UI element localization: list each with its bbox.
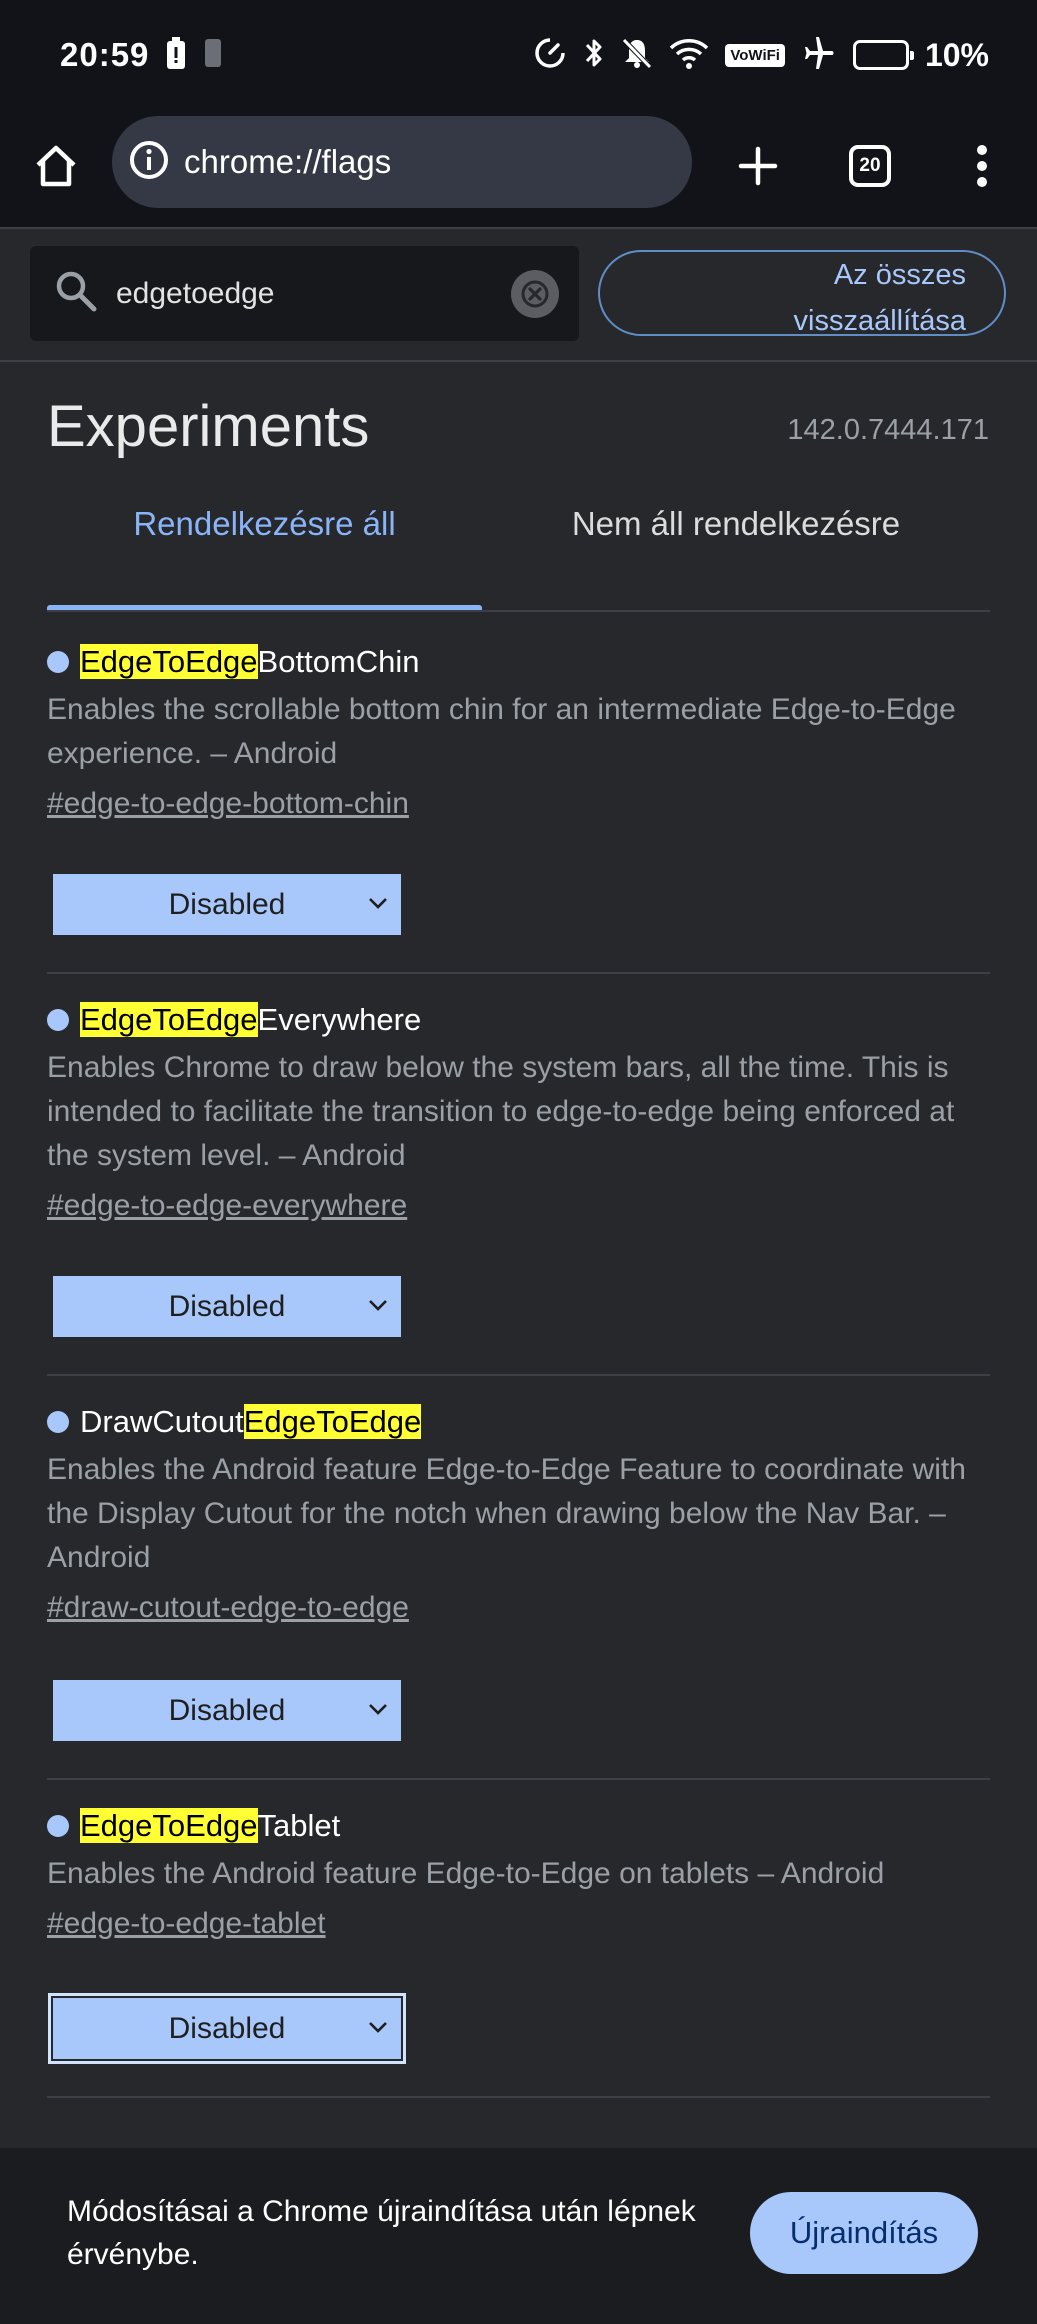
toolbar-divider bbox=[0, 227, 1037, 229]
experiment-bullet bbox=[47, 1009, 69, 1031]
reset-all-button[interactable]: Az összes visszaállítása bbox=[598, 250, 1006, 337]
chevron-down-icon bbox=[365, 1696, 391, 1730]
more-menu-icon[interactable] bbox=[952, 136, 1012, 196]
page-title: Experiments bbox=[47, 394, 370, 459]
chevron-down-icon bbox=[365, 2014, 391, 2048]
address-bar[interactable]: chrome://flags bbox=[112, 116, 692, 208]
search-match-highlight: EdgeToEdge bbox=[243, 1404, 422, 1439]
data-saver-icon bbox=[533, 36, 567, 75]
bell-muted-icon bbox=[621, 36, 653, 75]
experiment-permalink[interactable]: #edge-to-edge-tablet bbox=[47, 1902, 990, 1946]
search-input[interactable]: edgetoedge bbox=[116, 277, 511, 311]
info-icon[interactable] bbox=[128, 139, 170, 186]
chevron-down-icon bbox=[365, 1292, 391, 1326]
relaunch-button[interactable]: Újraindítás bbox=[750, 2192, 978, 2274]
experiment-draw-cutout-edge-to-edge: DrawCutoutEdgeToEdge Enables the Android… bbox=[47, 1400, 990, 1780]
vowifi-badge: VoWiFi bbox=[725, 43, 785, 67]
experiment-permalink[interactable]: #edge-to-edge-bottom-chin bbox=[47, 782, 990, 826]
experiment-state-select[interactable]: Disabled bbox=[53, 1680, 401, 1741]
wifi-icon bbox=[669, 36, 709, 75]
tab-available-label: Rendelkezésre áll bbox=[133, 505, 396, 542]
name-suffix: Everywhere bbox=[257, 1002, 422, 1037]
url-text[interactable]: chrome://flags bbox=[184, 143, 391, 181]
tab-available[interactable]: Rendelkezésre áll bbox=[47, 505, 482, 605]
restart-bar: Módosításai a Chrome újraindítása után l… bbox=[0, 2148, 1037, 2324]
clear-search-icon[interactable] bbox=[511, 269, 559, 318]
search-match-highlight: EdgeToEdge bbox=[80, 1808, 258, 1843]
battery-icon bbox=[852, 40, 914, 70]
sim-icon bbox=[203, 37, 223, 74]
name-suffix: Tablet bbox=[257, 1808, 341, 1843]
search-icon bbox=[54, 269, 98, 318]
search-divider bbox=[0, 360, 1037, 362]
tab-unavailable-label: Nem áll rendelkezésre bbox=[571, 505, 901, 542]
battery-percent: 10% bbox=[924, 36, 989, 73]
experiment-edge-to-edge-everywhere: EdgeToEdgeEverywhere Enables Chrome to d… bbox=[47, 998, 990, 1376]
experiment-permalink[interactable]: #edge-to-edge-everywhere bbox=[47, 1184, 990, 1228]
relaunch-button-label: Újraindítás bbox=[789, 2215, 939, 2250]
tab-count: 20 bbox=[849, 145, 891, 187]
bluetooth-icon bbox=[583, 36, 605, 75]
experiment-name: EdgeToEdgeTablet bbox=[80, 1808, 340, 1844]
status-bar: 20:59 VoWiFi 10% bbox=[0, 0, 1037, 110]
select-value: Disabled bbox=[168, 887, 286, 921]
experiment-permalink[interactable]: #draw-cutout-edge-to-edge bbox=[47, 1586, 990, 1630]
experiment-name: DrawCutoutEdgeToEdge bbox=[80, 1404, 422, 1440]
tab-unavailable[interactable]: Nem áll rendelkezésre bbox=[482, 505, 990, 605]
experiment-state-select[interactable]: Disabled bbox=[53, 874, 401, 935]
experiment-bullet bbox=[47, 1411, 69, 1433]
experiment-state-select[interactable]: Disabled bbox=[48, 1993, 406, 2064]
version-number: 142.0.7444.171 bbox=[787, 414, 989, 446]
experiment-title: EdgeToEdgeBottomChin bbox=[47, 640, 990, 684]
airplane-icon bbox=[801, 36, 837, 75]
select-value: Disabled bbox=[168, 1289, 286, 1323]
experiment-title: EdgeToEdgeTablet bbox=[47, 1804, 990, 1848]
experiment-bullet bbox=[47, 651, 69, 673]
experiment-name: EdgeToEdgeEverywhere bbox=[80, 1002, 421, 1038]
search-match-highlight: EdgeToEdge bbox=[80, 1002, 258, 1037]
experiment-title: EdgeToEdgeEverywhere bbox=[47, 998, 990, 1042]
reset-all-label-line1: Az összes bbox=[833, 259, 966, 291]
chevron-down-icon bbox=[365, 890, 391, 924]
flag-search-box[interactable]: edgetoedge bbox=[30, 246, 579, 341]
experiment-description: Enables the scrollable bottom chin for a… bbox=[47, 693, 956, 770]
search-match-highlight: EdgeToEdge bbox=[80, 644, 258, 679]
experiment-title: DrawCutoutEdgeToEdge bbox=[47, 1400, 990, 1444]
experiment-name: EdgeToEdgeBottomChin bbox=[80, 644, 420, 680]
select-value: Disabled bbox=[168, 2011, 286, 2045]
name-suffix: BottomChin bbox=[257, 644, 420, 679]
experiment-description: Enables Chrome to draw below the system … bbox=[47, 1051, 955, 1172]
experiment-state-select[interactable]: Disabled bbox=[53, 1276, 401, 1337]
browser-toolbar: chrome://flags 20 bbox=[0, 110, 1037, 227]
reset-all-label-line2: visszaállítása bbox=[793, 305, 966, 337]
experiment-edge-to-edge-bottom-chin: EdgeToEdgeBottomChin Enables the scrolla… bbox=[47, 640, 990, 974]
home-icon[interactable] bbox=[26, 136, 86, 196]
experiment-description: Enables the Android feature Edge-to-Edge… bbox=[47, 1453, 966, 1574]
status-time: 20:59 bbox=[60, 36, 150, 73]
restart-message: Módosításai a Chrome újraindítása után l… bbox=[67, 2195, 696, 2271]
battery-saver-icon bbox=[165, 36, 187, 75]
experiment-description: Enables the Android feature Edge-to-Edge… bbox=[47, 1857, 885, 1890]
tab-switcher-button[interactable]: 20 bbox=[840, 136, 900, 196]
tabs-divider bbox=[47, 610, 990, 612]
experiment-bullet bbox=[47, 1815, 69, 1837]
select-value: Disabled bbox=[168, 1693, 286, 1727]
new-tab-icon[interactable] bbox=[728, 136, 788, 196]
experiment-edge-to-edge-tablet: EdgeToEdgeTablet Enables the Android fea… bbox=[47, 1804, 990, 2098]
name-prefix: DrawCutout bbox=[80, 1404, 244, 1439]
